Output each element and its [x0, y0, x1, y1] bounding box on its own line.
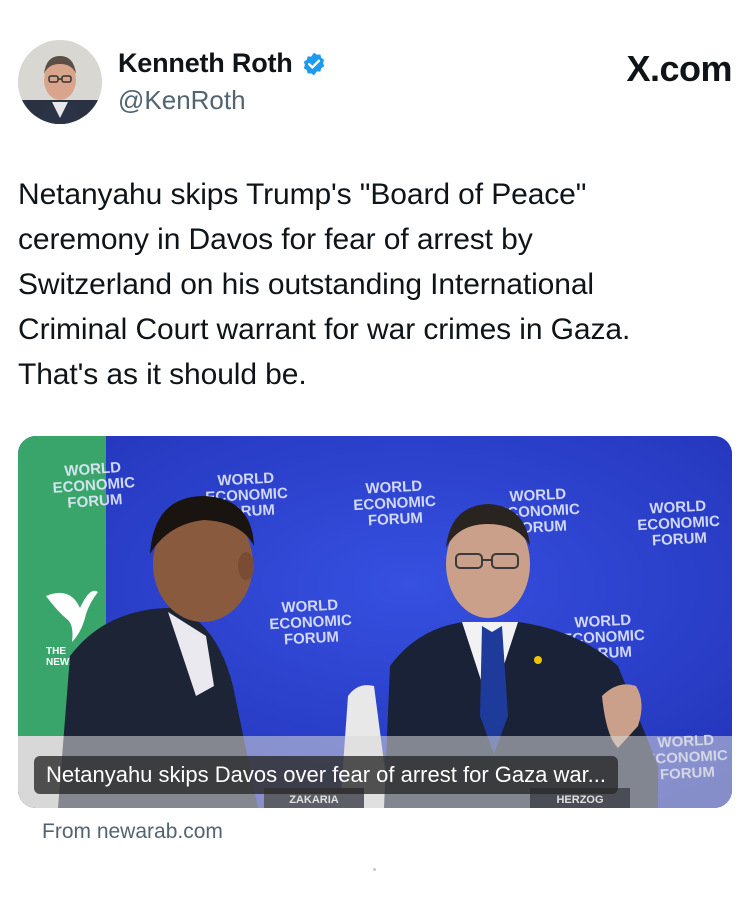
card-image: WORLD ECONOMIC FORUM WORLD ECONOMIC FORU…: [18, 436, 732, 808]
tweet-line: That's as it should be.: [18, 358, 307, 391]
avatar-image: [18, 40, 102, 124]
nameplate-left-text: ZAKARIA: [289, 794, 339, 806]
card-source[interactable]: From newarab.com: [42, 820, 223, 844]
tweet-line: Netanyahu skips Trump's "Board of Peace": [18, 178, 587, 211]
backdrop-logo-text: FORUM: [368, 510, 424, 530]
author-handle[interactable]: @KenRoth: [118, 85, 327, 116]
backdrop-logo-text: FORUM: [652, 530, 708, 550]
avatar[interactable]: [18, 40, 102, 124]
card-caption[interactable]: Netanyahu skips Davos over fear of arres…: [34, 756, 619, 794]
tweet-line: ceremony in Davos for fear of arrest by: [18, 223, 533, 256]
tweet-header: Kenneth Roth @KenRoth X.com: [18, 40, 732, 130]
tweet-text: Netanyahu skips Trump's "Board of Peace"…: [18, 172, 732, 397]
watermark-text: THE: [46, 646, 66, 657]
page-indicator-dot: [373, 868, 376, 871]
tweet-line: Switzerland on his outstanding Internati…: [18, 268, 594, 301]
tweet-line: Criminal Court warrant for war crimes in…: [18, 313, 631, 346]
verified-badge-icon: [303, 52, 324, 75]
backdrop-logo-text: FORUM: [284, 629, 340, 649]
author-block: Kenneth Roth @KenRoth: [118, 48, 327, 116]
x-logo-icon: X.com: [626, 48, 732, 89]
name-row: Kenneth Roth: [118, 48, 327, 79]
nameplate-right-text: HERZOG: [556, 794, 603, 806]
author-name[interactable]: Kenneth Roth: [118, 48, 293, 79]
link-card[interactable]: WORLD ECONOMIC FORUM WORLD ECONOMIC FORU…: [18, 436, 732, 808]
